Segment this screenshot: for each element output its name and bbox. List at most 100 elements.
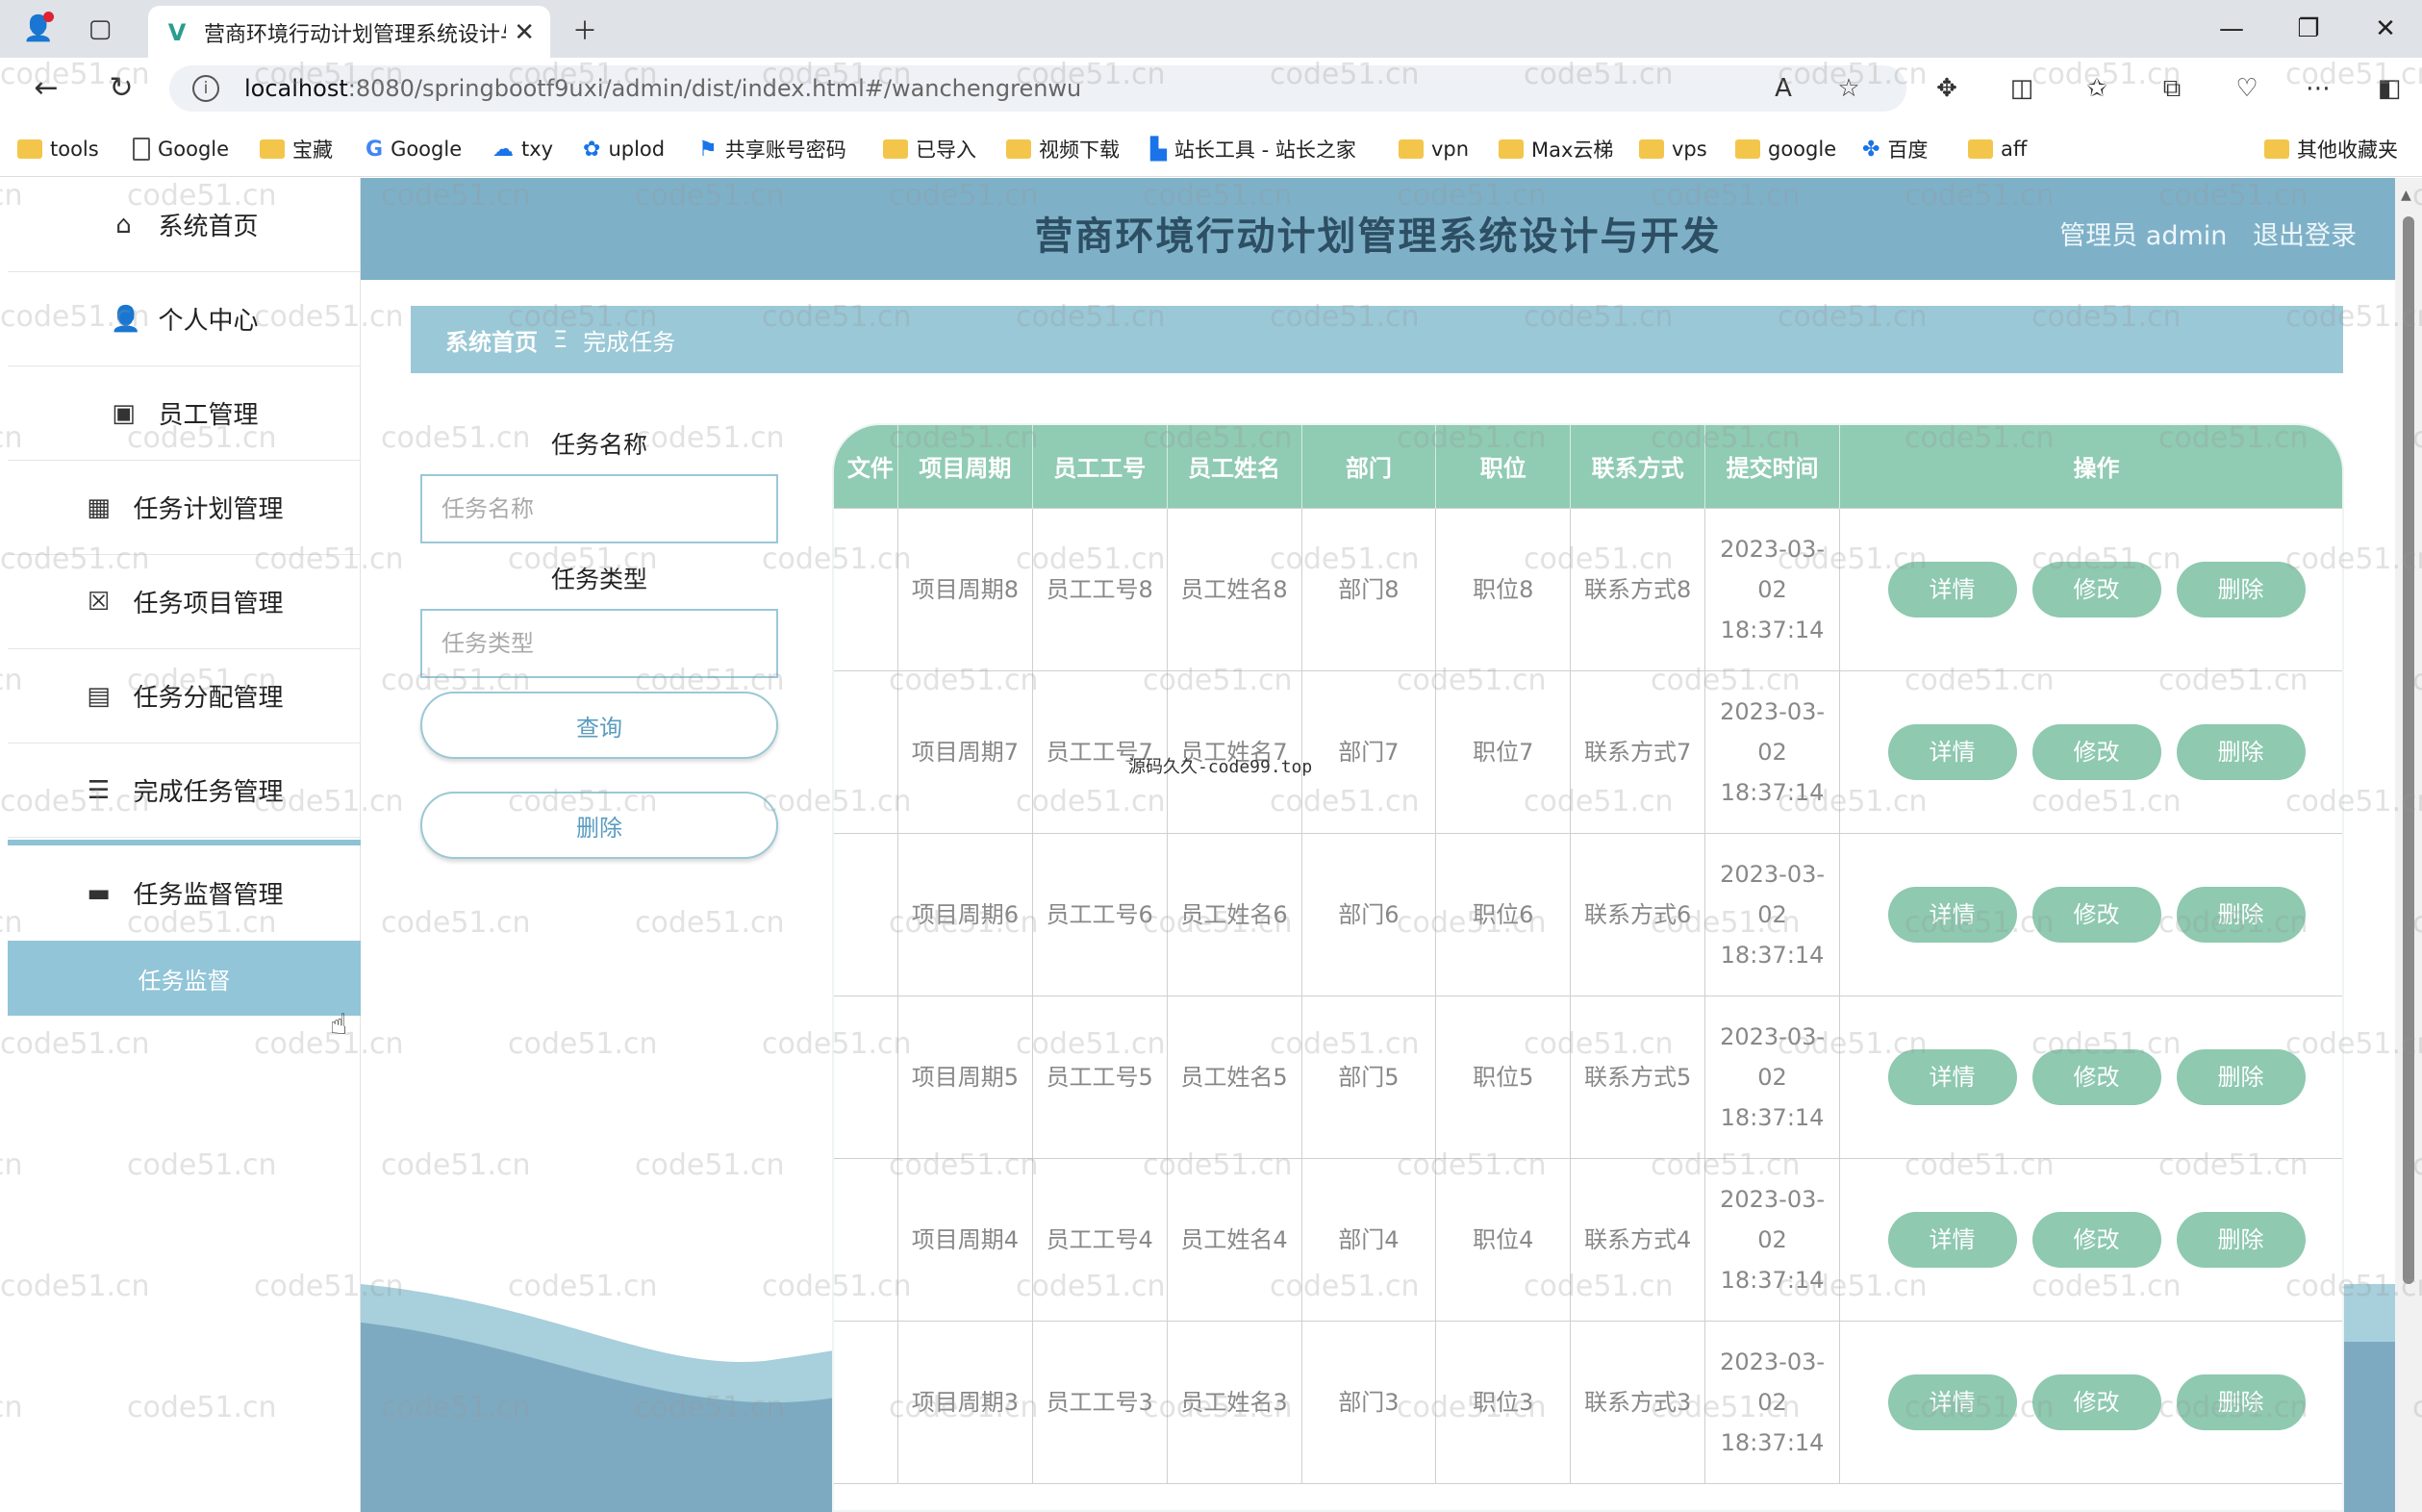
new-tab-icon[interactable]: ＋ bbox=[566, 10, 604, 48]
edit-button[interactable]: 修改 bbox=[2031, 561, 2161, 617]
browser-essentials-icon[interactable]: ♡ bbox=[2226, 69, 2268, 108]
task-type-input[interactable] bbox=[420, 609, 778, 678]
cell-actions: 详情 修改 删除 bbox=[1839, 1157, 2342, 1322]
table-row: 项目周期8 员工工号8 员工姓名8 部门8 职位8 联系方式8 2023-03-… bbox=[834, 507, 2342, 671]
bookmark-uplod[interactable]: ✿ uplod bbox=[583, 135, 665, 164]
browser-tab-strip: 👤 ▢ V 营商环境行动计划管理系统设计与 ✕ ＋ — ❐ ✕ bbox=[0, 0, 2422, 60]
delete-button[interactable]: 删除 bbox=[2176, 886, 2306, 943]
chat-icon: ▤ bbox=[87, 681, 111, 711]
google-icon: G bbox=[366, 137, 384, 162]
grid-icon: ▦ bbox=[87, 492, 111, 522]
collections-icon[interactable]: ⧉ bbox=[2151, 69, 2193, 108]
cell-dept: 部门4 bbox=[1300, 1157, 1437, 1322]
bookmark-txy[interactable]: ☁ txy bbox=[492, 135, 553, 164]
detail-button[interactable]: 详情 bbox=[1887, 723, 2017, 780]
folder-icon bbox=[2264, 139, 2289, 159]
edit-button[interactable]: 修改 bbox=[2031, 1211, 2161, 1268]
folder-icon bbox=[260, 139, 285, 159]
edit-button[interactable]: 修改 bbox=[2031, 886, 2161, 943]
edit-button[interactable]: 修改 bbox=[2031, 1048, 2161, 1105]
edit-button[interactable]: 修改 bbox=[2031, 1373, 2161, 1430]
cell-dept: 部门5 bbox=[1300, 995, 1437, 1159]
url-path: :8080/springbootf9uxi/admin/dist/index.h… bbox=[347, 75, 1082, 102]
bookmark-baidu[interactable]: ✤ 百度 bbox=[1862, 135, 1928, 164]
bookmark-google[interactable]: G Google bbox=[366, 135, 462, 164]
sidebar-item-employees[interactable]: ▣ 员工管理 bbox=[8, 366, 361, 461]
delete-button[interactable]: 删除 bbox=[2176, 1373, 2306, 1430]
bookmark-video-download[interactable]: 视频下载 bbox=[1006, 135, 1120, 164]
query-button[interactable]: 查询 bbox=[420, 692, 778, 759]
cell-submit-time: 2023-03-02 18:37:14 bbox=[1704, 1157, 1841, 1322]
detail-button[interactable]: 详情 bbox=[1887, 561, 2017, 617]
scrollbar-thumb[interactable] bbox=[2403, 216, 2414, 1284]
cell-cycle: 项目周期5 bbox=[896, 995, 1033, 1159]
submenu-task-supervision[interactable]: 任务监督 bbox=[8, 941, 361, 1016]
task-table-wrapper: 文件 项目周期 员工工号 员工姓名 部门 职位 联系方式 提交时间 操作 项目周… bbox=[832, 423, 2344, 1512]
sidebar-item-task-projects[interactable]: ☒ 任务项目管理 bbox=[8, 555, 361, 649]
folder-icon bbox=[1499, 139, 1524, 159]
extensions-icon[interactable]: ✥ bbox=[1926, 69, 1968, 108]
favorites-list-icon[interactable]: ✩ bbox=[2076, 69, 2118, 108]
sidebar-item-task-plans[interactable]: ▦ 任务计划管理 bbox=[8, 461, 361, 555]
delete-button[interactable]: 删除 bbox=[2176, 1048, 2306, 1105]
bookmark-baozang[interactable]: 宝藏 bbox=[260, 135, 333, 164]
bookmark-max[interactable]: Max云梯 bbox=[1499, 135, 1613, 164]
browser-tab-active[interactable]: V 营商环境行动计划管理系统设计与 ✕ bbox=[148, 6, 550, 60]
favorite-star-icon[interactable]: ☆ bbox=[1828, 69, 1870, 108]
detail-button[interactable]: 详情 bbox=[1887, 1211, 2017, 1268]
page-icon bbox=[133, 138, 150, 161]
cell-emp-no: 员工工号6 bbox=[1031, 832, 1168, 996]
detail-button[interactable]: 详情 bbox=[1887, 886, 2017, 943]
bookmark-vps[interactable]: vps bbox=[1639, 135, 1707, 164]
sidebar-item-task-assignment[interactable]: ▤ 任务分配管理 bbox=[8, 649, 361, 743]
bookmark-tools[interactable]: tools bbox=[17, 135, 99, 164]
task-name-input[interactable] bbox=[420, 474, 778, 543]
sidebar-item-completed-tasks[interactable]: ☰ 完成任务管理 bbox=[8, 743, 361, 838]
window-close-icon[interactable]: ✕ bbox=[2357, 10, 2414, 48]
cell-dept: 部门8 bbox=[1300, 507, 1437, 671]
bookmark-aff[interactable]: aff bbox=[1968, 135, 2027, 164]
sidebar-item-task-supervision[interactable]: ▬ 任务监督管理 bbox=[8, 840, 361, 941]
delete-button[interactable]: 删除 bbox=[2176, 561, 2306, 617]
uplod-icon: ✿ bbox=[583, 137, 601, 162]
bookmark-shared-accounts[interactable]: ⚑ 共享账号密码 bbox=[698, 135, 846, 164]
restore-icon[interactable]: ❐ bbox=[2280, 10, 2337, 48]
cell-actions: 详情 修改 删除 bbox=[1839, 995, 2342, 1159]
cell-contact: 联系方式5 bbox=[1570, 995, 1706, 1159]
bookmark-imported[interactable]: 已导入 bbox=[883, 135, 976, 164]
page-scrollbar[interactable]: ▲ bbox=[2395, 178, 2422, 1512]
breadcrumb-home[interactable]: 系统首页 bbox=[445, 323, 538, 357]
bookmark-google-folder[interactable]: google bbox=[1735, 135, 1836, 164]
tab-actions-icon[interactable]: ▢ bbox=[81, 10, 119, 48]
reload-icon[interactable]: ↻ bbox=[100, 69, 142, 108]
read-aloud-icon[interactable]: A bbox=[1762, 69, 1804, 108]
scroll-up-icon[interactable]: ▲ bbox=[2401, 188, 2411, 203]
logout-link[interactable]: 退出登录 bbox=[2253, 221, 2357, 251]
profile-avatar-icon[interactable]: 👤 bbox=[19, 10, 58, 48]
url-field[interactable]: i localhost:8080/springbootf9uxi/admin/d… bbox=[169, 65, 1906, 112]
bookmark-google-page[interactable]: Google bbox=[133, 135, 229, 164]
bookmark-other[interactable]: 其他收藏夹 bbox=[2264, 135, 2398, 164]
batch-delete-button[interactable]: 删除 bbox=[420, 792, 778, 859]
col-header-cycle: 项目周期 bbox=[897, 425, 1033, 508]
delete-button[interactable]: 删除 bbox=[2176, 1211, 2306, 1268]
minimize-icon[interactable]: — bbox=[2203, 10, 2260, 48]
cell-contact: 联系方式8 bbox=[1570, 507, 1706, 671]
bookmark-vpn[interactable]: vpn bbox=[1399, 135, 1469, 164]
detail-button[interactable]: 详情 bbox=[1887, 1048, 2017, 1105]
cell-file bbox=[834, 995, 898, 1159]
site-info-icon[interactable]: i bbox=[192, 75, 219, 102]
close-tab-icon[interactable]: ✕ bbox=[514, 18, 535, 47]
sidebar-item-profile[interactable]: 👤 个人中心 bbox=[8, 272, 361, 366]
table-header-row: 文件 项目周期 员工工号 员工姓名 部门 职位 联系方式 提交时间 操作 bbox=[834, 425, 2342, 508]
delete-button[interactable]: 删除 bbox=[2176, 723, 2306, 780]
edit-button[interactable]: 修改 bbox=[2031, 723, 2161, 780]
bookmark-chinaz[interactable]: ▙ 站长工具 - 站长之家 bbox=[1150, 135, 1356, 164]
sidebar-item-home[interactable]: ⌂ 系统首页 bbox=[8, 178, 361, 272]
split-screen-icon[interactable]: ◫ bbox=[2001, 69, 2043, 108]
detail-button[interactable]: 详情 bbox=[1887, 1373, 2017, 1430]
sidebar-toggle-icon[interactable]: ◧ bbox=[2368, 69, 2410, 108]
more-menu-icon[interactable]: ⋯ bbox=[2297, 69, 2339, 108]
back-icon[interactable]: ← bbox=[25, 69, 67, 108]
cell-emp-name: 员工姓名7 bbox=[1166, 669, 1302, 834]
